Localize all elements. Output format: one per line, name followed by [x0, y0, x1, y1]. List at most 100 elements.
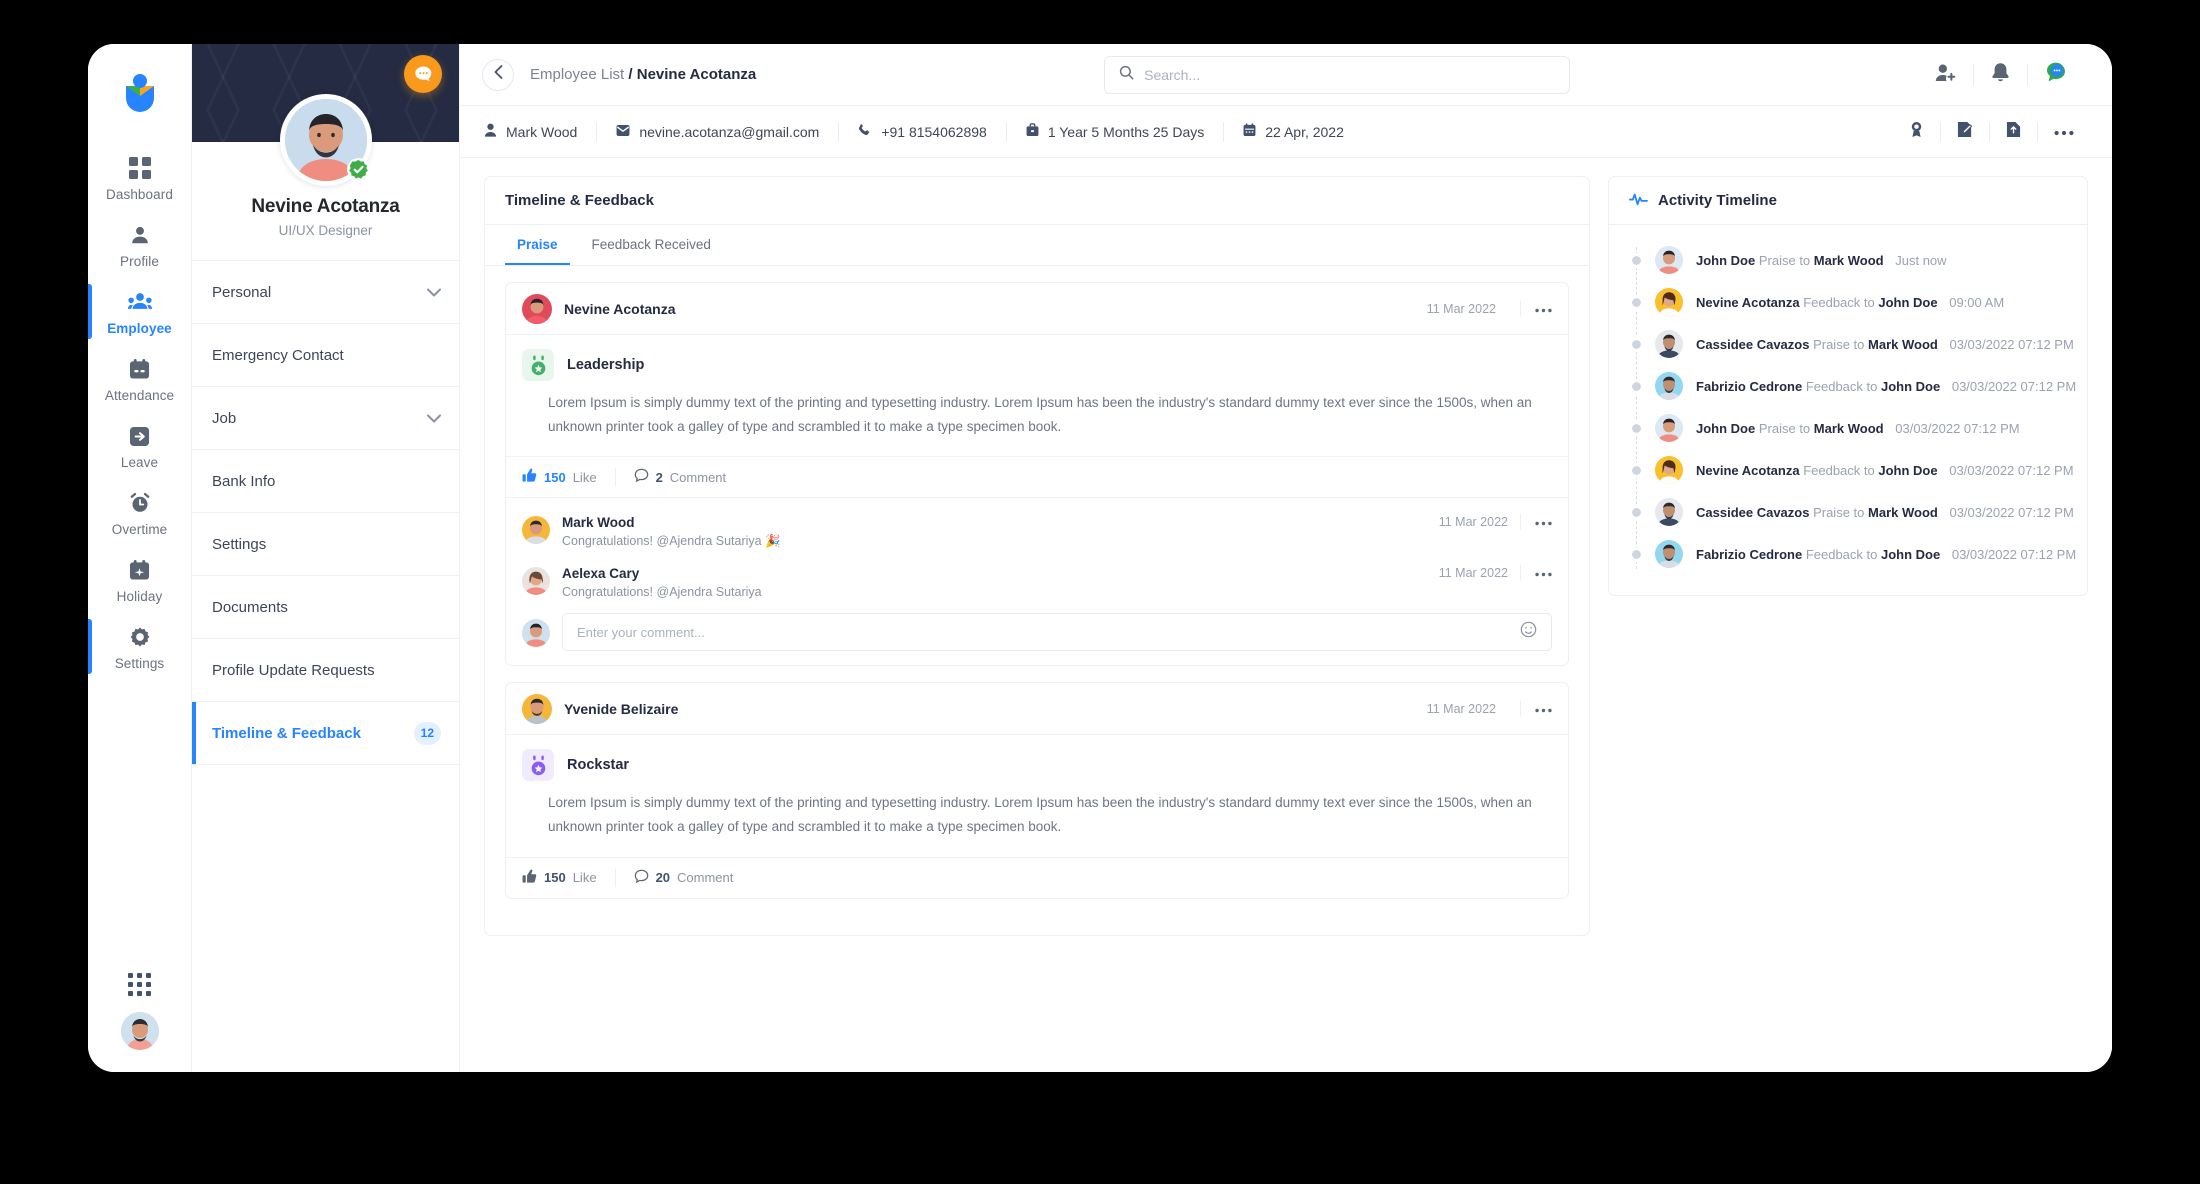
- chat-button[interactable]: [2028, 61, 2084, 88]
- avatar[interactable]: [522, 516, 550, 545]
- info-chip-text: 22 Apr, 2022: [1265, 123, 1344, 140]
- search-box[interactable]: [1104, 55, 1571, 94]
- add-user-button[interactable]: [1918, 63, 1973, 87]
- post-body: Rockstar Lorem Ipsum is simply dummy tex…: [506, 735, 1568, 856]
- comment-button[interactable]: 2 Comment: [614, 468, 745, 487]
- profile-menu-settings[interactable]: Settings: [192, 513, 459, 576]
- info-chip-text: +91 8154062898: [881, 123, 987, 140]
- activity-actor: Nevine Acotanza: [1696, 294, 1800, 310]
- main-area: Employee List / Nevine Acotanza Search..…: [460, 44, 2112, 1072]
- sidebar-item-label: Dashboard: [106, 187, 173, 202]
- award-button[interactable]: [1893, 121, 1940, 143]
- list-item[interactable]: Fabrizio Cedrone Feedback to John Doe 03…: [1627, 365, 2076, 407]
- activity-target: Mark Wood: [1868, 504, 1938, 520]
- list-item[interactable]: Fabrizio Cedrone Feedback to John Doe 03…: [1627, 533, 2076, 575]
- top-bar: Employee List / Nevine Acotanza: [460, 44, 2112, 106]
- comment-main: Aelexa Cary 11 Mar 2022 Congratulations!…: [562, 565, 1552, 599]
- activity-text: Nevine Acotanza Feedback to John Doe 09:…: [1696, 295, 2004, 310]
- chat-bubble-icon[interactable]: [404, 55, 442, 93]
- timeline-dot: [1629, 546, 1644, 562]
- list-item[interactable]: Nevine Acotanza Feedback to John Doe 03/…: [1627, 449, 2074, 491]
- status-badge: 12: [413, 721, 441, 745]
- list-item[interactable]: Cassidee Cavazos Praise to Mark Wood 03/…: [1627, 491, 2074, 533]
- profile-menu-emergency-contact[interactable]: Emergency Contact: [192, 324, 459, 387]
- apps-grid-icon[interactable]: [128, 973, 151, 996]
- breadcrumb-parent[interactable]: Employee List: [530, 66, 624, 83]
- company-logo[interactable]: [120, 70, 160, 114]
- medal-icon: [522, 349, 554, 381]
- profile-menu-bank-info[interactable]: Bank Info: [192, 450, 459, 513]
- rail-footer: [88, 973, 191, 1050]
- comment-button[interactable]: 20 Comment: [614, 868, 752, 887]
- sidebar-item-profile[interactable]: Profile: [88, 211, 191, 278]
- search-input[interactable]: [1144, 66, 1556, 83]
- activity-actor: Nevine Acotanza: [1696, 462, 1800, 478]
- page-title: Nevine Acotanza: [251, 196, 400, 217]
- timeline-dot: [1629, 252, 1644, 268]
- avatar[interactable]: [120, 1012, 159, 1050]
- more-horizontal-icon[interactable]: [1520, 565, 1552, 582]
- profile-menu-documents[interactable]: Documents: [192, 576, 459, 639]
- avatar[interactable]: [279, 94, 372, 186]
- list-item[interactable]: John Doe Praise to Mark Wood 03/03/2022 …: [1627, 407, 2069, 449]
- info-chip-tenure: 1 Year 5 Months 25 Days: [1007, 123, 1223, 140]
- tab-praise[interactable]: Praise: [505, 225, 570, 265]
- sidebar-item-label: Attendance: [104, 388, 175, 403]
- comment-top: Mark Wood 11 Mar 2022: [562, 514, 1552, 531]
- gear-icon: [127, 624, 153, 650]
- avatar: [1655, 288, 1683, 316]
- timeline-dot: [1629, 504, 1644, 520]
- comment-input-wrapper[interactable]: [562, 613, 1552, 652]
- award-name: Rockstar: [567, 757, 630, 774]
- more-horizontal-icon[interactable]: [1520, 300, 1552, 317]
- post-text: Lorem Ipsum is simply dummy text of the …: [548, 395, 1532, 434]
- sidebar-item-employee[interactable]: Employee: [88, 278, 191, 345]
- profile-menu-profile-update-requests[interactable]: Profile Update Requests: [192, 639, 459, 702]
- comment-date: 11 Mar 2022: [1438, 515, 1508, 530]
- emoji-icon[interactable]: [1520, 621, 1537, 643]
- back-button[interactable]: [482, 58, 514, 91]
- like-label: Like: [572, 870, 597, 885]
- like-button[interactable]: 150 Like: [522, 869, 615, 887]
- profile-section-menu: Personal Emergency Contact Job Bank Info…: [192, 260, 459, 765]
- sidebar-item-holiday[interactable]: Holiday: [88, 546, 191, 613]
- post-card: Nevine Acotanza 11 Mar 2022 Leadership L…: [505, 282, 1569, 667]
- sidebar-item-label: Overtime: [111, 522, 168, 537]
- comment-author: Aelexa Cary: [562, 565, 640, 581]
- sidebar-item-label: Settings: [114, 656, 165, 671]
- profile-menu-personal[interactable]: Personal: [192, 261, 459, 324]
- list-item[interactable]: Nevine Acotanza Feedback to John Doe 09:…: [1627, 281, 2069, 323]
- file-upload-button[interactable]: [1990, 121, 2037, 143]
- comment-input[interactable]: [577, 624, 1520, 640]
- activity-verb: Praise to: [1813, 504, 1865, 520]
- edit-note-button[interactable]: [1941, 121, 1989, 143]
- avatar[interactable]: [522, 693, 552, 724]
- sidebar-item-attendance[interactable]: Attendance: [88, 345, 191, 412]
- more-horizontal-icon[interactable]: [1520, 514, 1552, 531]
- avatar[interactable]: [522, 293, 552, 324]
- breadcrumb: Employee List / Nevine Acotanza: [530, 66, 756, 83]
- notifications-button[interactable]: [1974, 62, 2027, 88]
- activity-time: 03/03/2022 07:12 PM: [1949, 336, 2074, 352]
- sidebar-item-settings[interactable]: Settings: [88, 613, 191, 680]
- menu-label: Job: [212, 409, 237, 427]
- briefcase-icon: [1026, 123, 1039, 140]
- menu-label: Profile Update Requests: [212, 661, 375, 679]
- activity-target: John Doe: [1880, 546, 1941, 562]
- people-icon: [127, 289, 153, 315]
- list-item[interactable]: John Doe Praise to Mark Wood Just now: [1627, 239, 2069, 281]
- list-item[interactable]: Cassidee Cavazos Praise to Mark Wood 03/…: [1627, 323, 2074, 365]
- profile-menu-job[interactable]: Job: [192, 387, 459, 450]
- more-options-button[interactable]: [2038, 123, 2090, 141]
- profile-menu-timeline-feedback[interactable]: Timeline & Feedback 12: [192, 702, 459, 765]
- more-horizontal-icon[interactable]: [1520, 700, 1552, 717]
- sidebar-item-dashboard[interactable]: Dashboard: [88, 144, 191, 211]
- avatar: [1655, 372, 1683, 400]
- sidebar-item-label: Holiday: [116, 589, 163, 604]
- avatar[interactable]: [522, 567, 550, 596]
- info-chip-join-date: 22 Apr, 2022: [1224, 123, 1363, 140]
- like-button[interactable]: 150 Like: [522, 468, 615, 486]
- sidebar-item-overtime[interactable]: Overtime: [88, 479, 191, 546]
- sidebar-item-leave[interactable]: Leave: [88, 412, 191, 479]
- tab-feedback-received[interactable]: Feedback Received: [580, 225, 723, 265]
